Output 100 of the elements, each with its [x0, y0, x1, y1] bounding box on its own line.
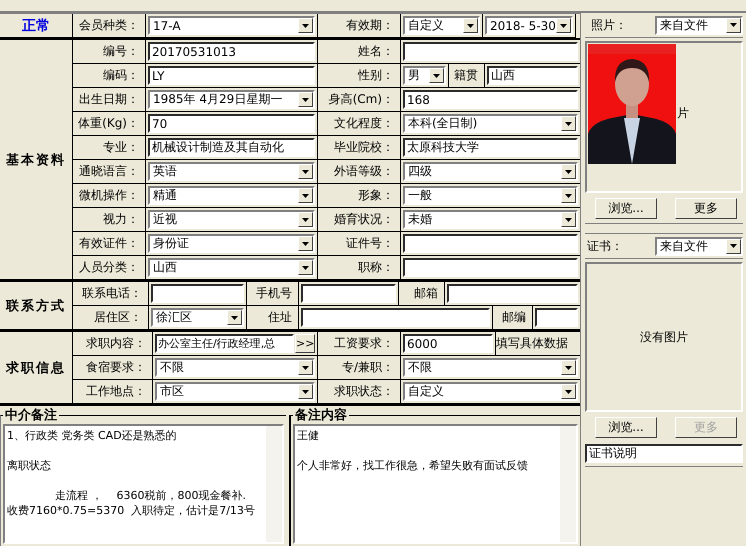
text-field[interactable]: [301, 284, 396, 303]
caret-icon: [467, 24, 474, 28]
caret-icon: [565, 218, 572, 222]
text-field[interactable]: [151, 284, 244, 303]
note-line: 王健: [297, 428, 319, 443]
dropdown[interactable]: 精通: [148, 186, 315, 205]
field-label: 专/兼职：: [318, 356, 401, 380]
caret-icon: [730, 23, 737, 27]
field-label: 住址: [247, 306, 299, 330]
field-label: 微机操作：: [73, 184, 146, 208]
field-label: 毕业院校：: [318, 136, 401, 160]
field-label: 工资要求：: [318, 332, 401, 356]
text-field[interactable]: 太原科技大学: [403, 138, 578, 157]
caret-icon: [302, 24, 309, 28]
empty-text: 没有图片: [640, 328, 688, 346]
text-field[interactable]: 168: [403, 90, 578, 109]
dropdown[interactable]: 四级: [403, 162, 578, 181]
field-label: 身高(Cm)：: [318, 88, 401, 112]
button[interactable]: 浏览...: [595, 198, 657, 219]
dropdown[interactable]: 身份证: [148, 234, 315, 253]
dropdown[interactable]: 徐汇区: [151, 308, 244, 327]
button[interactable]: 浏览...: [595, 417, 657, 438]
dropdown[interactable]: 自定义: [403, 382, 578, 401]
caret-icon: [560, 24, 567, 28]
field-label: 工作地点：: [73, 380, 153, 404]
text-field[interactable]: [301, 308, 490, 327]
text-field[interactable]: 20170531013: [148, 42, 315, 61]
field-label: 联系电话：: [73, 282, 149, 306]
dropdown[interactable]: 不限: [403, 358, 578, 377]
dropdown[interactable]: 市区: [155, 382, 315, 401]
field-label: 求职状态：: [318, 380, 401, 404]
note-line: 个人非常好，找工作很急，希望失败有面试反馈: [297, 458, 528, 473]
note-line: 1、行政类 党务类 CAD还是熟悉的: [7, 428, 177, 443]
text-field[interactable]: 山西: [487, 66, 578, 85]
field-label: 专业：: [73, 136, 146, 160]
hint-text: 填写具体数据: [496, 332, 581, 356]
text-field[interactable]: 6000: [403, 334, 493, 353]
field-label: 体重(Kg)：: [73, 112, 146, 136]
text-field[interactable]: [403, 258, 578, 277]
dropdown[interactable]: 近视: [148, 210, 315, 229]
dropdown[interactable]: 不限: [155, 358, 315, 377]
field-label: 会员种类：: [73, 14, 146, 38]
caret-icon: [302, 194, 309, 198]
more-button[interactable]: >>: [295, 334, 315, 353]
description-field[interactable]: 证书说明: [585, 444, 743, 463]
field-label: 编号：: [73, 40, 146, 64]
dropdown[interactable]: 英语: [148, 162, 315, 181]
field-label: 文化程度：: [318, 112, 401, 136]
field-label: 通晓语言：: [73, 160, 146, 184]
note-line: 走流程 ， 6360税前，800现金餐补.: [54, 488, 246, 503]
button[interactable]: 更多: [675, 198, 737, 219]
caption-text: 片: [677, 104, 689, 122]
text-field[interactable]: [535, 308, 578, 327]
field-label: 有效期：: [318, 14, 401, 38]
section-title: 联系方式: [0, 282, 73, 330]
dropdown[interactable]: 一般: [403, 186, 578, 205]
text-field[interactable]: 机械设计制造及其自动化: [148, 138, 315, 157]
field-label: 求职内容：: [73, 332, 153, 356]
dropdown[interactable]: 男: [403, 66, 446, 85]
caret-icon: [302, 390, 309, 394]
caret-icon: [302, 170, 309, 174]
text-field[interactable]: 办公室主任/行政经理,总: [155, 334, 294, 353]
field-label: 职称：: [318, 256, 401, 280]
caret-icon: [302, 98, 309, 102]
field-label: 性别：: [318, 64, 401, 88]
text-field[interactable]: [403, 42, 578, 61]
caret-icon: [302, 366, 309, 370]
dropdown[interactable]: 2018- 5-30: [485, 16, 573, 35]
field-label: 人员分类：: [73, 256, 146, 280]
note-line: 收费7160*0.75=5370 入职待定，估计是7/13号: [7, 503, 255, 518]
section-title: 求职信息: [0, 332, 73, 404]
dropdown[interactable]: 17-A: [148, 16, 315, 35]
section-title: 基本资料: [0, 40, 73, 280]
field-label: 有效证件：: [73, 232, 146, 256]
field-label: 证书：: [587, 238, 623, 254]
dropdown[interactable]: 来自文件: [655, 16, 743, 34]
field-label: 照片：: [591, 16, 627, 34]
field-label: 居住区：: [73, 306, 149, 330]
note-line: 离职状态: [7, 458, 51, 473]
text-field[interactable]: [447, 284, 578, 303]
field-label: 外语等级：: [318, 160, 401, 184]
caret-icon: [302, 266, 309, 270]
status-label: 正常: [0, 14, 73, 38]
dropdown[interactable]: 本科(全日制): [403, 114, 578, 133]
field-label: 籍贯: [449, 64, 485, 88]
dropdown[interactable]: 未婚: [403, 210, 578, 229]
dropdown[interactable]: 来自文件: [655, 236, 743, 256]
caret-icon: [565, 390, 572, 394]
caret-icon: [231, 316, 238, 320]
group-title: 中介备注: [4, 406, 58, 424]
field-label: 食宿要求：: [73, 356, 153, 380]
dropdown[interactable]: 山西: [148, 258, 315, 277]
text-field[interactable]: LY: [148, 66, 315, 85]
caret-icon: [565, 122, 572, 126]
field-label: 证件号：: [318, 232, 401, 256]
dropdown[interactable]: 自定义: [403, 16, 480, 35]
field-label: 姓名：: [318, 40, 401, 64]
text-field[interactable]: 70: [148, 114, 315, 133]
text-field[interactable]: [403, 234, 578, 253]
dropdown[interactable]: 1985年 4月29日星期一: [148, 90, 315, 109]
